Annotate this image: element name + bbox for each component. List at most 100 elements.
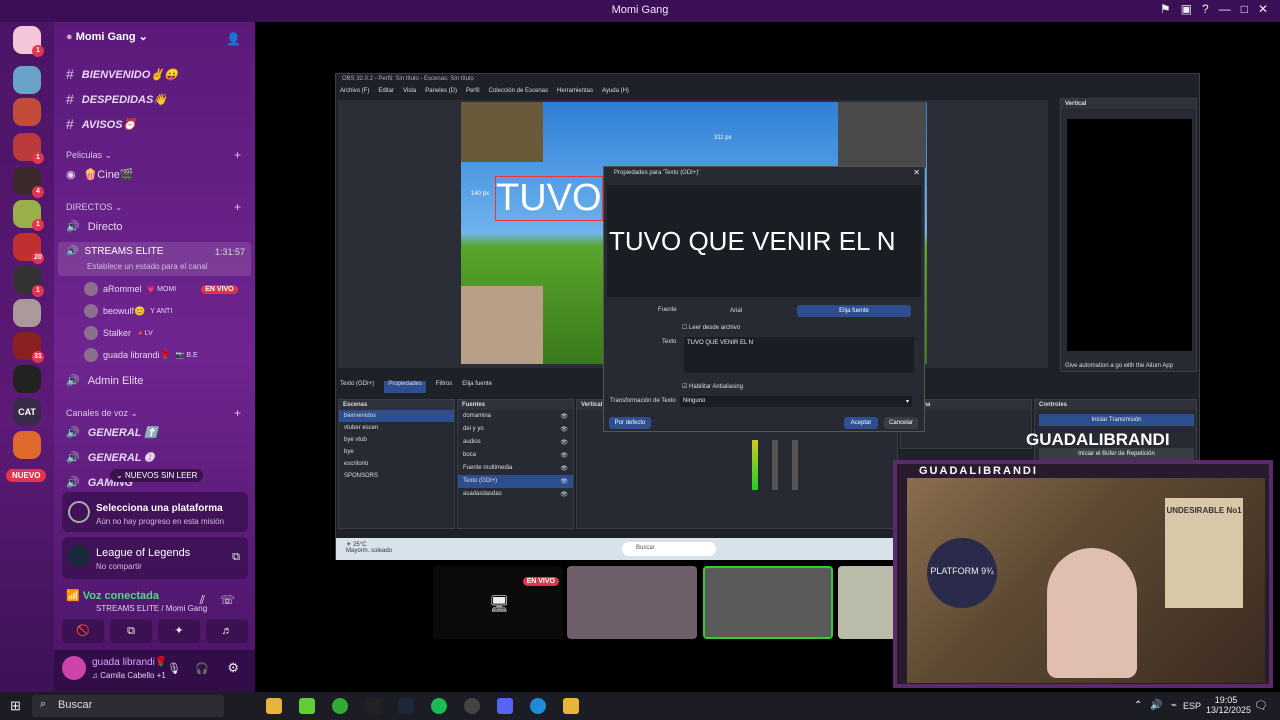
menu-item[interactable]: Archivo (F) xyxy=(340,88,369,94)
channel-status[interactable]: Establece un estado para el canal xyxy=(87,262,208,271)
new-badge[interactable]: NUEVO xyxy=(6,469,47,482)
voice-user[interactable]: aRommel 💗 MOMI EN VIVO xyxy=(84,282,238,296)
menu-item[interactable]: Perfil xyxy=(466,88,480,94)
participant-tile[interactable] xyxy=(838,566,898,639)
clock[interactable]: 19:05 13/12/2025 xyxy=(1206,695,1251,715)
properties-button[interactable]: Propiedades xyxy=(384,381,426,393)
server-icon[interactable]: 20 xyxy=(13,233,44,264)
camera-off-button[interactable]: 🚫 xyxy=(62,619,104,643)
category-directos[interactable]: DIRECTOS ⌄ xyxy=(66,202,122,213)
source-row[interactable]: audios 👁 xyxy=(458,436,573,449)
channel-avisos[interactable]: # AVISOS⏰ xyxy=(66,116,136,132)
stream-tile[interactable]: 🖥 EN VIVO xyxy=(433,566,563,639)
noise-suppression-icon[interactable]: ⫽ xyxy=(200,593,205,608)
start-stream-button[interactable]: Iniciar Transmisión xyxy=(1039,414,1194,426)
source-row[interactable]: dei y yo 👁 xyxy=(458,423,573,436)
game-activity[interactable]: League of Legends No compartir ⧉ xyxy=(62,537,248,579)
quest-panel[interactable]: Selecciona una plataforma Aún no hay pro… xyxy=(62,492,248,532)
spotify-icon[interactable] xyxy=(431,698,447,714)
edge-icon[interactable] xyxy=(530,698,546,714)
add-channel-icon[interactable]: + xyxy=(234,200,241,214)
source-row[interactable]: boca 👁 xyxy=(458,449,573,462)
channel-streams-elite[interactable]: 🔊 STREAMS ELITE 1:31:57 Establece un esta… xyxy=(58,242,251,276)
channel-cine[interactable]: ◉ 🍿Cine🎬 xyxy=(66,168,134,181)
discord-icon[interactable] xyxy=(497,698,513,714)
language-indicator[interactable]: ESP xyxy=(1183,701,1201,711)
source-row[interactable]: Texto (GDI+) 👁 xyxy=(458,475,573,488)
screen-share-button[interactable]: ⧉ xyxy=(110,619,152,643)
guild-name[interactable]: ● Momi Gang ⌄ xyxy=(66,30,148,43)
accept-button[interactable]: Aceptar xyxy=(844,417,878,429)
share-screen-icon[interactable]: ⧉ xyxy=(232,551,240,564)
xbox-icon[interactable] xyxy=(332,698,348,714)
scene-row[interactable]: bienvenidos xyxy=(339,410,454,422)
source-row[interactable]: Fuente multimedia 👁 xyxy=(458,462,573,475)
read-file-checkbox[interactable]: ☐ Leer desde archivo xyxy=(682,324,740,331)
aitum-promo[interactable]: Give automation a go with the Aitum App xyxy=(1065,363,1173,369)
eye-icon[interactable]: 👁 xyxy=(560,439,568,446)
cancel-button[interactable]: Cancelar xyxy=(884,417,918,429)
eye-icon[interactable]: 👁 xyxy=(560,452,568,459)
menu-item[interactable]: Vista xyxy=(403,88,416,94)
eye-icon[interactable]: 👁 xyxy=(560,491,568,498)
soundboard-button[interactable]: ♬ xyxy=(206,619,248,643)
avatar[interactable] xyxy=(62,656,86,680)
server-cat[interactable]: CAT xyxy=(13,398,41,426)
antialias-checkbox[interactable]: ☑ Habilitar Antialiasing xyxy=(682,383,743,390)
channel-directo[interactable]: 🔊 Directo xyxy=(66,220,123,234)
eye-icon[interactable]: 👁 xyxy=(560,426,568,433)
scene-row[interactable]: bye vtub xyxy=(339,434,454,446)
server-icon[interactable] xyxy=(13,365,41,393)
participant-tile[interactable] xyxy=(567,566,697,639)
obs-icon[interactable] xyxy=(464,698,480,714)
steam-icon[interactable] xyxy=(398,698,414,714)
microphone-icon[interactable]: 🎙 xyxy=(167,662,181,675)
help-icon[interactable]: ? xyxy=(1202,2,1209,16)
voice-user[interactable]: beowulf😊 Y ANTI xyxy=(84,304,172,318)
activities-button[interactable]: ✦ xyxy=(158,619,200,643)
channel-bienvenido[interactable]: # BIENVENIDO✌😛 xyxy=(66,66,178,82)
filters-button[interactable]: Filtros xyxy=(436,381,452,393)
choose-font-button[interactable]: Elija fuente xyxy=(797,305,911,317)
taskbar-search[interactable]: Buscar xyxy=(32,695,224,717)
minimize-button[interactable]: — xyxy=(1219,2,1231,16)
file-explorer-icon[interactable] xyxy=(266,698,282,714)
transform-select[interactable]: Ninguno ▾ xyxy=(680,396,912,407)
menu-item[interactable]: Colección de Escenas xyxy=(489,88,548,94)
category-voz[interactable]: Canales de voz ⌄ xyxy=(66,408,138,419)
source-row[interactable]: asadasdasdas 👁 xyxy=(458,488,573,501)
close-icon[interactable]: ✕ xyxy=(913,168,920,177)
new-unread-pill[interactable]: ⌄ NUEVOS SIN LEER xyxy=(110,469,204,482)
weather-widget[interactable]: ☀ 25°C Mayorm. soleado xyxy=(346,541,392,554)
headphones-icon[interactable]: 🎧 xyxy=(195,662,209,675)
preview-text-source[interactable]: TUVO xyxy=(495,176,603,221)
server-icon[interactable] xyxy=(13,66,41,94)
disconnect-icon[interactable]: ☏ xyxy=(220,593,235,607)
voice-user[interactable]: Stalker 🔺LV xyxy=(84,326,153,340)
user-name[interactable]: guada librandi🌹 xyxy=(92,657,167,668)
network-icon[interactable]: ⌁ xyxy=(1171,700,1177,711)
epic-icon[interactable] xyxy=(365,698,381,714)
windows-start-icon[interactable]: ⊞ xyxy=(10,698,21,714)
server-icon[interactable] xyxy=(13,431,41,459)
scene-row[interactable]: vtuber escen xyxy=(339,422,454,434)
menu-item[interactable]: Ayuda (H) xyxy=(602,88,629,94)
eye-icon[interactable]: 👁 xyxy=(560,413,568,420)
inbox-icon[interactable]: ⚑ xyxy=(1160,2,1171,16)
server-momi[interactable]: 1 xyxy=(13,26,44,57)
font-button[interactable]: Elija fuente xyxy=(462,381,492,393)
server-icon[interactable] xyxy=(13,299,41,327)
taskbar-search[interactable]: Buscar xyxy=(622,542,716,556)
gear-icon[interactable]: ⚙ xyxy=(227,660,239,676)
server-icon[interactable]: 1 xyxy=(13,266,44,297)
maximize-button[interactable]: □ xyxy=(1241,2,1248,16)
scene-row[interactable]: escritorio xyxy=(339,458,454,470)
channel-admin-elite[interactable]: 🔊 Admin Elite xyxy=(66,374,143,388)
channel-general-2[interactable]: 🔊 GENERAL ➊ xyxy=(66,451,154,464)
menu-item[interactable]: Herramientas xyxy=(557,88,593,94)
channel-general-1[interactable]: 🔊 GENERAL ⬆️ xyxy=(66,426,158,439)
speaker-icon[interactable]: 🔊 xyxy=(1150,700,1162,711)
source-row[interactable]: domamina 👁 xyxy=(458,410,573,423)
server-icon[interactable] xyxy=(13,98,41,126)
eye-icon[interactable]: 👁 xyxy=(560,478,568,485)
